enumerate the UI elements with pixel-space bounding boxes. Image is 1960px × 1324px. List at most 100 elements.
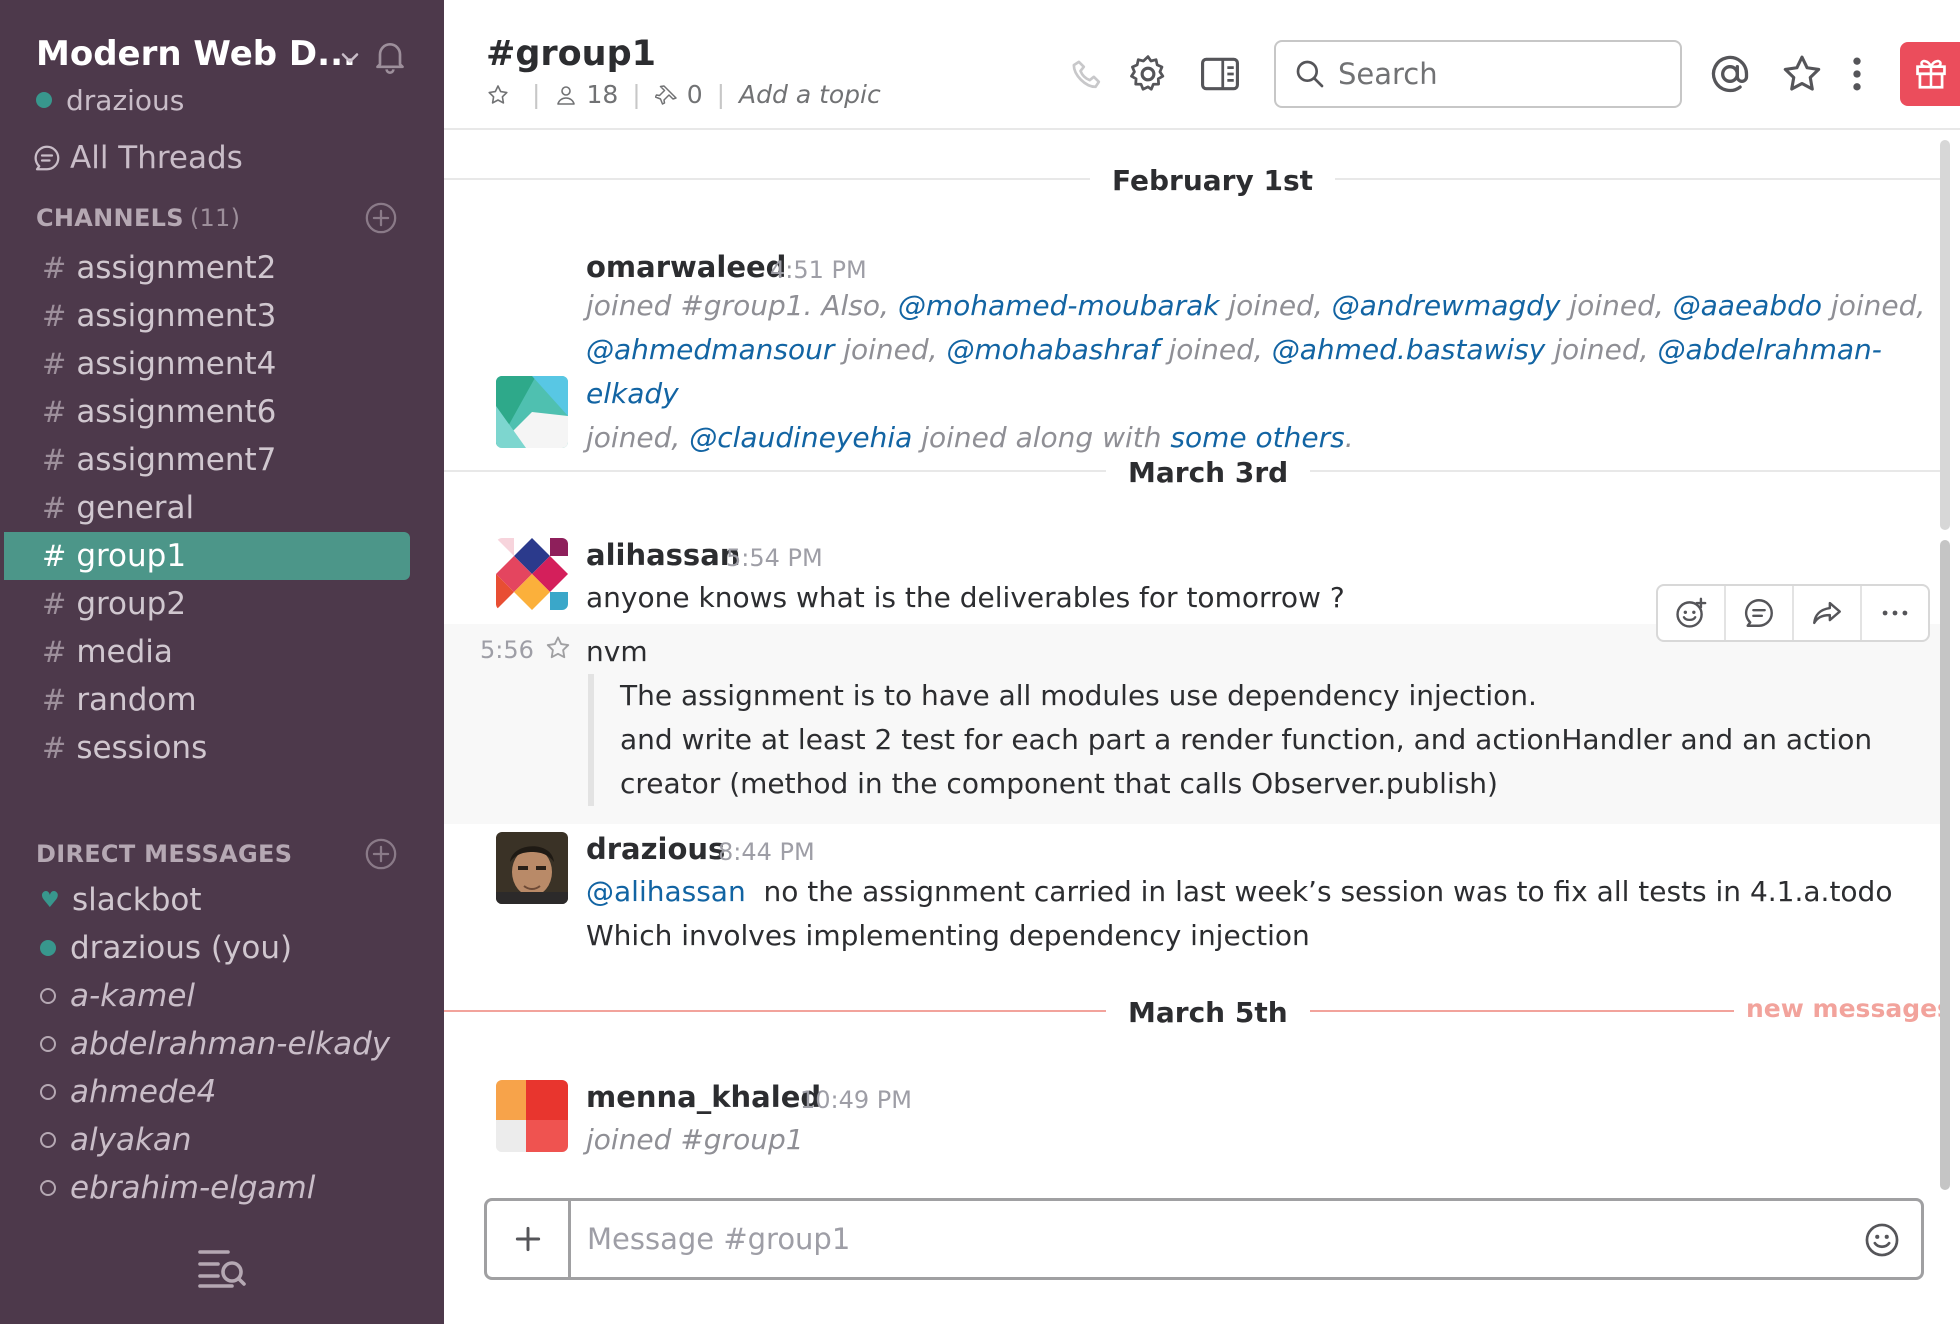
message-author[interactable]: alihassan bbox=[586, 538, 740, 572]
user-mention[interactable]: @alihassan bbox=[586, 875, 746, 908]
channel-label: group2 bbox=[76, 586, 187, 622]
team-header[interactable]: Modern Web D... drazious bbox=[36, 30, 416, 120]
alihassan-avatar-image bbox=[496, 538, 568, 610]
message-author[interactable]: omarwaleed bbox=[586, 250, 786, 284]
message-input[interactable] bbox=[587, 1215, 1807, 1263]
sidebar-toggle-icon[interactable] bbox=[1198, 52, 1242, 96]
member-icon[interactable] bbox=[554, 83, 578, 107]
sidebar-item-group2[interactable]: # group2 bbox=[4, 580, 410, 628]
channels-heading-label: CHANNELS bbox=[36, 204, 184, 232]
scrollbar-thumb[interactable] bbox=[1940, 540, 1950, 1190]
dm-item-drazious[interactable]: drazious (you) bbox=[4, 924, 410, 972]
sidebar-item-assignment7[interactable]: # assignment7 bbox=[4, 436, 410, 484]
sidebar-item-media[interactable]: # media bbox=[4, 628, 410, 676]
channel-label: assignment3 bbox=[76, 298, 277, 334]
star-icon[interactable] bbox=[486, 83, 510, 107]
search-input[interactable]: Search bbox=[1274, 40, 1682, 108]
phone-icon[interactable] bbox=[1068, 56, 1108, 96]
some-others-link[interactable]: some others bbox=[1170, 421, 1344, 454]
message-timestamp[interactable]: 5:56 bbox=[480, 636, 534, 664]
dm-label: abdelrahman-elkady bbox=[70, 1026, 391, 1062]
quick-switcher-icon[interactable] bbox=[196, 1246, 248, 1290]
day-divider: February 1st bbox=[1090, 160, 1336, 200]
start-thread-button[interactable] bbox=[1726, 586, 1794, 640]
share-message-button[interactable] bbox=[1794, 586, 1862, 640]
pin-icon[interactable] bbox=[654, 83, 679, 107]
chevron-down-icon[interactable] bbox=[336, 44, 364, 72]
dm-item-slackbot[interactable]: ♥ slackbot bbox=[4, 876, 410, 924]
avatar[interactable] bbox=[496, 538, 568, 610]
add-reaction-button[interactable] bbox=[1658, 586, 1726, 640]
team-name[interactable]: Modern Web D... bbox=[36, 34, 356, 74]
more-vertical-icon[interactable] bbox=[1842, 52, 1872, 96]
user-mention[interactable]: @mohabashraf bbox=[946, 333, 1159, 366]
user-mention[interactable]: @andrewmagdy bbox=[1332, 289, 1561, 322]
message-text: no the assignment carried in last week’s… bbox=[745, 875, 1893, 908]
starred-items-icon[interactable] bbox=[1780, 52, 1824, 96]
dm-item-ahmede4[interactable]: ahmede4 bbox=[4, 1068, 410, 1116]
channel-title[interactable]: #group1 bbox=[486, 34, 656, 74]
away-presence-icon bbox=[40, 1084, 56, 1100]
add-channel-icon[interactable] bbox=[364, 201, 398, 235]
sidebar-item-assignment3[interactable]: # assignment3 bbox=[4, 292, 410, 340]
member-count[interactable]: 18 bbox=[586, 80, 618, 109]
message-author[interactable]: menna_khaled bbox=[586, 1080, 821, 1114]
avatar[interactable] bbox=[496, 1080, 568, 1152]
emoji-icon[interactable] bbox=[1863, 1221, 1901, 1259]
avatar[interactable] bbox=[496, 376, 568, 448]
message-timestamp[interactable]: 5:54 PM bbox=[726, 544, 823, 572]
channel-label: assignment7 bbox=[76, 442, 277, 478]
dm-label: alyakan bbox=[70, 1122, 192, 1158]
pinned-count[interactable]: 0 bbox=[687, 80, 703, 109]
sidebar-item-assignment4[interactable]: # assignment4 bbox=[4, 340, 410, 388]
scrollbar-track[interactable] bbox=[1940, 140, 1950, 530]
sidebar-item-random[interactable]: # random bbox=[4, 676, 410, 724]
day-divider: March 3rd bbox=[1106, 452, 1311, 492]
channel-label: media bbox=[76, 634, 173, 670]
sidebar-item-group1[interactable]: # group1 bbox=[4, 532, 410, 580]
add-direct-message-icon[interactable] bbox=[364, 837, 398, 871]
message-timestamp[interactable]: 4:51 PM bbox=[770, 256, 867, 284]
user-mention[interactable]: @mohamed-moubarak bbox=[898, 289, 1220, 322]
gift-button[interactable] bbox=[1900, 42, 1960, 106]
message-timestamp[interactable]: 10:49 PM bbox=[800, 1086, 912, 1114]
star-message-icon[interactable] bbox=[544, 634, 572, 662]
more-actions-button[interactable] bbox=[1862, 586, 1928, 640]
sidebar-item-assignment6[interactable]: # assignment6 bbox=[4, 388, 410, 436]
user-mention[interactable]: @ahmed.bastawisy bbox=[1272, 333, 1546, 366]
message-composer bbox=[484, 1198, 1924, 1280]
new-messages-label[interactable]: new messages bbox=[1734, 994, 1944, 1023]
message-timestamp[interactable]: 8:44 PM bbox=[718, 838, 815, 866]
sidebar-item-assignment2[interactable]: # assignment2 bbox=[4, 244, 410, 292]
message-body: joined #group1. Also, @mohamed-moubarak … bbox=[586, 284, 1926, 460]
user-mention[interactable]: @aaeabdo bbox=[1673, 289, 1822, 322]
hash-icon: # bbox=[42, 299, 67, 333]
dm-item-alyakan[interactable]: alyakan bbox=[4, 1116, 410, 1164]
sidebar-item-sessions[interactable]: # sessions bbox=[4, 724, 410, 772]
sidebar-item-general[interactable]: # general bbox=[4, 484, 410, 532]
bell-icon[interactable] bbox=[370, 36, 410, 76]
message-author[interactable]: drazious bbox=[586, 832, 725, 866]
dm-item-a-kamel[interactable]: a-kamel bbox=[4, 972, 410, 1020]
gear-icon[interactable] bbox=[1126, 52, 1170, 96]
quote-line: and write at least 2 test for each part … bbox=[620, 723, 1873, 756]
mention-icon[interactable] bbox=[1708, 52, 1752, 96]
add-topic-link[interactable]: Add a topic bbox=[739, 80, 881, 109]
channel-meta: | 18 | 0 | Add a topic bbox=[486, 80, 881, 109]
message-attachment-quote: The assignment is to have all modules us… bbox=[588, 674, 1888, 806]
hash-icon: # bbox=[42, 395, 67, 429]
away-presence-icon bbox=[40, 1132, 56, 1148]
user-mention[interactable]: @claudineyehia bbox=[689, 421, 912, 454]
current-user-status[interactable]: drazious bbox=[36, 84, 184, 117]
all-threads-link[interactable]: All Threads bbox=[32, 136, 243, 180]
thread-icon bbox=[1744, 599, 1773, 627]
direct-messages-heading[interactable]: DIRECT MESSAGES bbox=[36, 836, 292, 872]
direct-messages-heading-label: DIRECT MESSAGES bbox=[36, 840, 293, 868]
user-mention[interactable]: @ahmedmansour bbox=[586, 333, 834, 366]
dm-item-ebrahim-elgaml[interactable]: ebrahim-elgaml bbox=[4, 1164, 410, 1212]
attach-button[interactable] bbox=[487, 1201, 571, 1277]
channels-heading[interactable]: CHANNELS (11) bbox=[36, 200, 240, 236]
dm-item-abdelrahman-elkady[interactable]: abdelrahman-elkady bbox=[4, 1020, 410, 1068]
avatar[interactable] bbox=[496, 832, 568, 904]
hash-icon: # bbox=[42, 731, 67, 765]
